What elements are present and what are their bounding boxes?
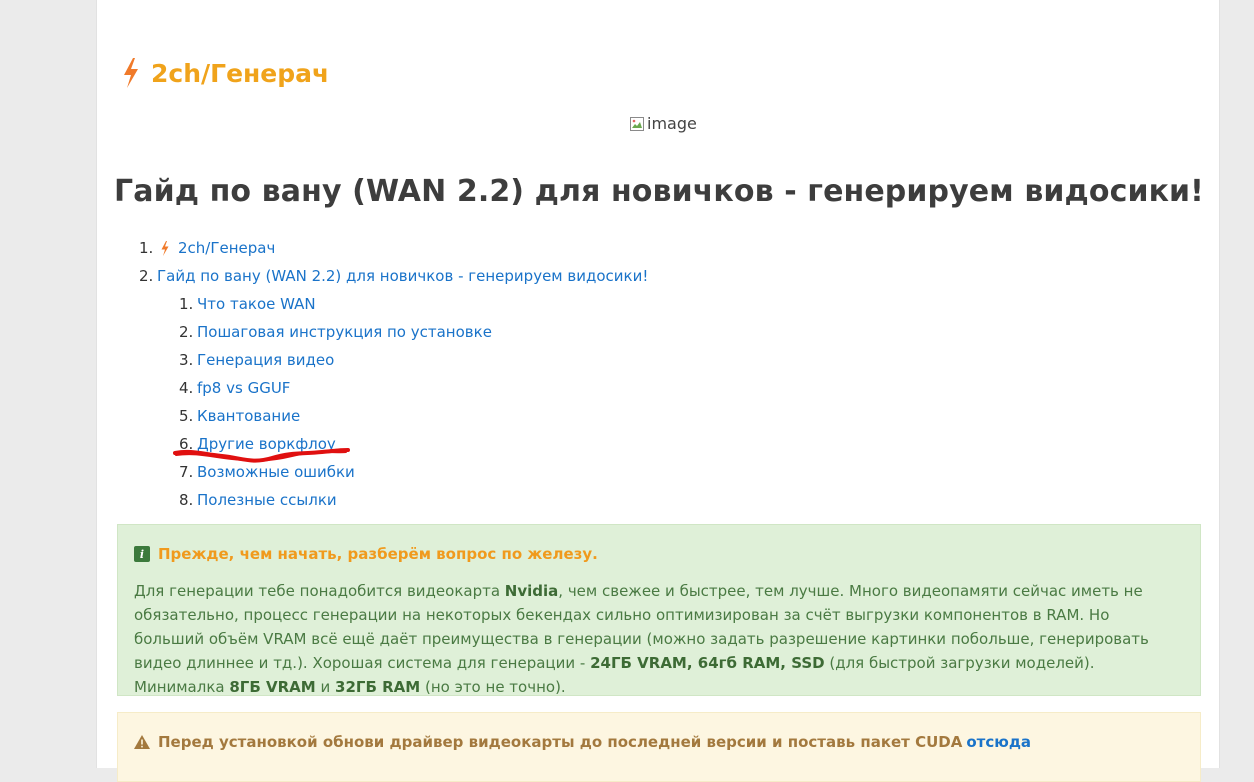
toc-item-number: 1. (179, 295, 194, 313)
broken-image: image (629, 114, 697, 133)
toc-link-quantization[interactable]: Квантование (197, 402, 300, 430)
toc-subitem: 1. Что такое WAN (139, 290, 648, 318)
alert-body: Для генерации тебе понадобится видеокарт… (134, 579, 1184, 699)
toc-subitem: 3. Генерация видео (139, 346, 648, 374)
alert-text: (но это не точно). (420, 678, 566, 696)
toc-item: 2. Гайд по вану (WAN 2.2) для новичков -… (139, 262, 648, 290)
alert-bold-text: Nvidia (504, 582, 559, 600)
alert-bold-text: 8ГБ VRAM (229, 678, 316, 696)
toc-item-number: 1. (139, 239, 154, 257)
hardware-info-alert: i Прежде, чем начать, разберём вопрос по… (117, 524, 1201, 696)
toc-link-what-is-wan[interactable]: Что такое WAN (197, 290, 316, 318)
article-title: Гайд по вану (WAN 2.2) для новичков - ге… (114, 174, 1204, 209)
toc-subitem: 4. fp8 vs GGUF (139, 374, 648, 402)
broken-image-icon (630, 116, 644, 131)
toc-link-label: 2ch/Генерач (178, 239, 276, 257)
page-content: 2ch/Генерач image Гайд по вану (WAN 2.2)… (96, 0, 1220, 782)
toc-item-number: 2. (139, 267, 154, 285)
toc-link-video-generation[interactable]: Генерация видео (197, 346, 334, 374)
toc-subitem: 5. Квантование (139, 402, 648, 430)
brand-header: 2ch/Генерач (121, 58, 329, 88)
lightning-bolt-icon (161, 240, 169, 256)
toc-link-brand[interactable]: 2ch/Генерач (157, 234, 275, 262)
toc-item: 1. 2ch/Генерач (139, 234, 648, 262)
toc-item-number: 3. (179, 351, 194, 369)
brand-title: 2ch/Генерач (151, 58, 330, 88)
alert-text: и (315, 678, 336, 696)
toc-link-install[interactable]: Пошаговая инструкция по установке (197, 318, 492, 346)
alert-bold-text: 32ГБ RAM (335, 678, 421, 696)
toc-item-number: 4. (179, 379, 194, 397)
alert-heading: i Прежде, чем начать, разберём вопрос по… (134, 545, 1184, 563)
alert-text: Для генерации тебе понадобится видеокарт… (134, 582, 505, 600)
cuda-download-link[interactable]: отсюда (966, 733, 1031, 751)
alert-heading-text: Перед установкой обнови драйвер видеокар… (158, 733, 963, 751)
table-of-contents: 1. 2ch/Генерач 2. Гайд по вану (WAN 2.2)… (139, 234, 648, 514)
info-icon: i (134, 546, 150, 562)
lightning-bolt-icon (124, 58, 138, 88)
toc-link-guide[interactable]: Гайд по вану (WAN 2.2) для новичков - ге… (157, 262, 648, 290)
driver-warning-alert: Перед установкой обнови драйвер видеокар… (117, 712, 1201, 782)
image-alt-text: image (647, 114, 697, 133)
alert-heading: Перед установкой обнови драйвер видеокар… (134, 733, 1184, 751)
red-underline-annotation (173, 448, 350, 463)
toc-item-number: 2. (179, 323, 194, 341)
toc-subitem: 8. Полезные ссылки (139, 486, 648, 514)
warning-triangle-icon (134, 735, 150, 749)
toc-link-fp8-vs-gguf[interactable]: fp8 vs GGUF (197, 374, 290, 402)
toc-item-number: 8. (179, 491, 194, 509)
toc-link-useful-links[interactable]: Полезные ссылки (197, 486, 337, 514)
alert-heading-text: Прежде, чем начать, разберём вопрос по ж… (158, 545, 598, 563)
toc-subitem: 2. Пошаговая инструкция по установке (139, 318, 648, 346)
toc-item-number: 5. (179, 407, 194, 425)
alert-bold-text: 24ГБ VRAM, 64гб RAM, SSD (590, 654, 825, 672)
